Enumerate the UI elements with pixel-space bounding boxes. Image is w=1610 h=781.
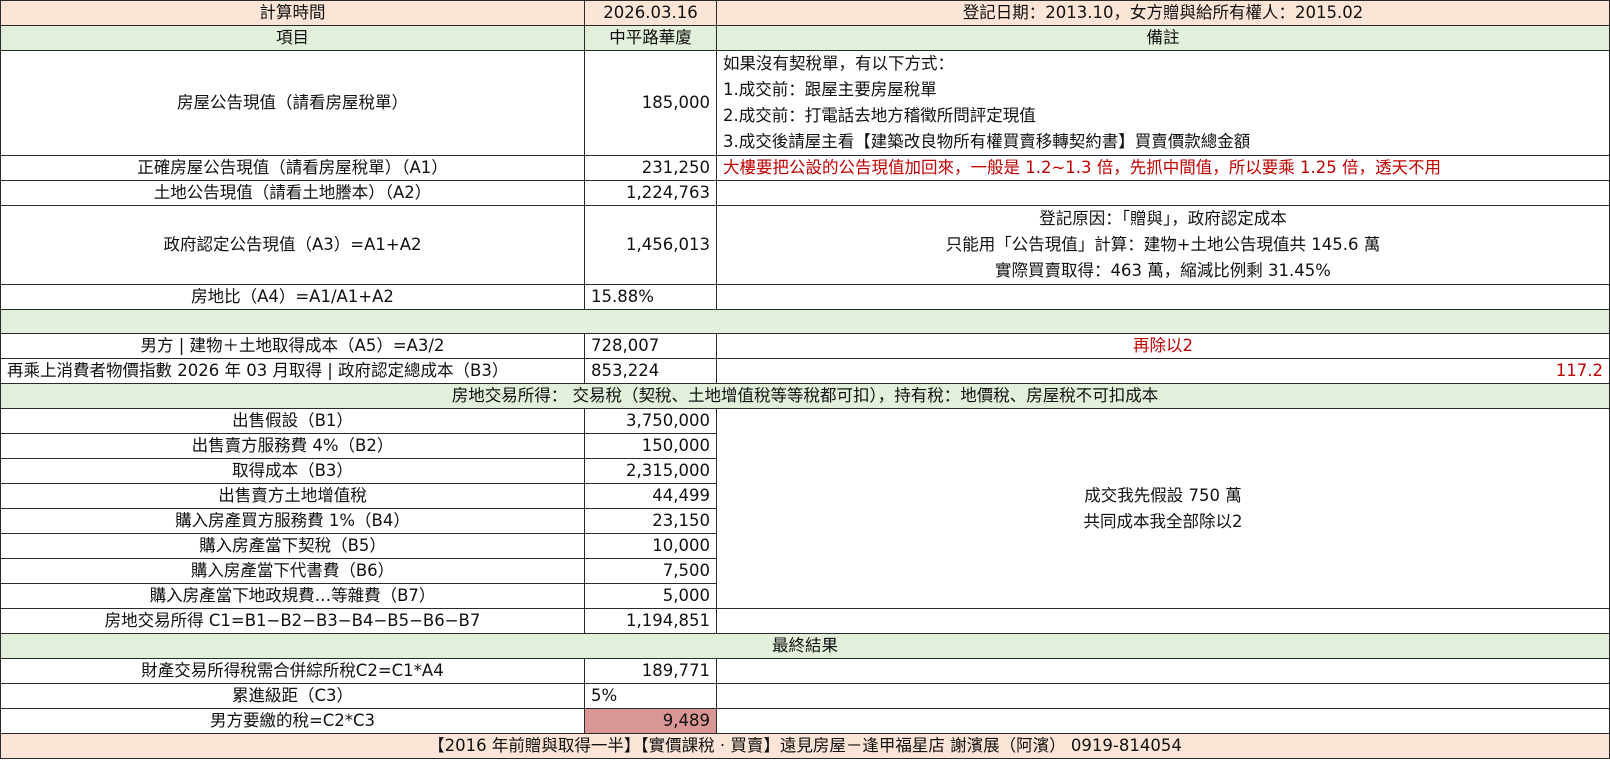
- sale-row: 出售假設（B1） 3,750,000 成交我先假設 750 萬 共同成本我全部除…: [0, 408, 1610, 609]
- land-value-label[interactable]: 土地公告現值（請看土地謄本）（A2）: [0, 180, 585, 206]
- sale-row-value[interactable]: 5,000: [584, 583, 717, 609]
- footer-text[interactable]: 【2016 年前贈與取得一半】【實價課稅 · 買賣】遠見房屋－逢甲福星店 謝濱展…: [0, 733, 1610, 759]
- final-row-value[interactable]: 189,771: [584, 658, 717, 684]
- final-row-note[interactable]: [716, 658, 1610, 684]
- sale-row-label[interactable]: 購入房產當下契稅（B5）: [0, 533, 585, 559]
- ratio-value[interactable]: 15.88%: [584, 284, 717, 310]
- sale-note-line: 共同成本我全部除以2: [1083, 511, 1243, 531]
- row-income: 房地交易所得 C1=B1−B2−B3−B4−B5−B6−B7 1,194,851: [0, 608, 1610, 634]
- final-row: 財產交易所得稅需合併綜所稅C2=C1*A4 189,771: [0, 658, 1610, 684]
- gov-value-note[interactable]: 登記原因：「贈與」，政府認定成本 只能用「公告現值」計算：建物+土地公告現值共 …: [716, 205, 1610, 285]
- gov-value-note-line: 實際買賣取得：463 萬，縮減比例剩 31.45%: [995, 261, 1331, 280]
- land-value-value[interactable]: 1,224,763: [584, 180, 717, 206]
- gov-value-note-line: 登記原因：「贈與」，政府認定成本: [1039, 209, 1287, 228]
- sale-row-value[interactable]: 44,499: [584, 483, 717, 509]
- house-value-note-line: 3.成交後請屋主看【建築改良物所有權買賣移轉契約書】買賣價款總金額: [723, 132, 1251, 151]
- income-note[interactable]: [716, 608, 1610, 634]
- income-label[interactable]: 房地交易所得 C1=B1−B2−B3−B4−B5−B6−B7: [0, 608, 585, 634]
- cpi-index[interactable]: 117.2: [716, 358, 1610, 384]
- house-value-note-line: 1.成交前：跟屋主要房屋稅單: [723, 80, 937, 99]
- col-header-item[interactable]: 項目: [0, 25, 585, 51]
- separator-row: [0, 309, 1610, 334]
- final-row-value[interactable]: 5%: [584, 683, 717, 709]
- correct-house-label[interactable]: 正確房屋公告現值（請看房屋稅單）（A1）: [0, 155, 585, 181]
- male-cost-label[interactable]: 男方 | 建物＋土地取得成本（A5）=A3/2: [0, 333, 585, 359]
- house-value-label[interactable]: 房屋公告現值（請看房屋稅單）: [0, 50, 585, 156]
- house-value-note[interactable]: 如果沒有契稅單，有以下方式： 1.成交前：跟屋主要房屋稅單 2.成交前：打電話去…: [716, 50, 1610, 156]
- row-correct-house-value: 正確房屋公告現值（請看房屋稅單）（A1） 231,250 大樓要把公設的公告現值…: [0, 155, 1610, 181]
- sale-row-label[interactable]: 出售賣方土地增值稅: [0, 483, 585, 509]
- male-cost-value[interactable]: 728,007: [584, 333, 717, 359]
- footer-row: 【2016 年前贈與取得一半】【實價課稅 · 買賣】遠見房屋－逢甲福星店 謝濱展…: [0, 733, 1610, 759]
- sale-row-value[interactable]: 7,500: [584, 558, 717, 584]
- final-row-note[interactable]: [716, 708, 1610, 734]
- male-cost-note[interactable]: 再除以2: [716, 333, 1610, 359]
- gov-value-value[interactable]: 1,456,013: [584, 205, 717, 285]
- column-header-row: 項目 中平路華廈 備註: [0, 25, 1610, 51]
- sale-note-line: 成交我先假設 750 萬: [1084, 485, 1242, 505]
- house-value-note-line: 2.成交前：打電話去地方稽徵所問評定現值: [723, 106, 1036, 125]
- cpi-cost-value[interactable]: 853,224: [584, 358, 717, 384]
- sale-row-label[interactable]: 購入房產買方服務費 1%（B4）: [0, 508, 585, 534]
- ratio-note[interactable]: [716, 284, 1610, 310]
- final-row: 男方要繳的稅=C2*C3 9,489: [0, 708, 1610, 734]
- sale-row-label[interactable]: 出售賣方服務費 4%（B2）: [0, 433, 585, 459]
- tax-calculation-sheet: 計算時間 2026.03.16 登記日期：2013.10，女方贈與給所有權人：2…: [0, 0, 1610, 759]
- row-ratio: 房地比（A4）=A1/A1+A2 15.88%: [0, 284, 1610, 310]
- sale-row-label[interactable]: 購入房產當下代書費（B6）: [0, 558, 585, 584]
- final-title-row: 最終結果: [0, 633, 1610, 659]
- correct-house-value[interactable]: 231,250: [584, 155, 717, 181]
- sale-row-value[interactable]: 150,000: [584, 433, 717, 459]
- cpi-cost-label[interactable]: 再乘上消費者物價指數 2026 年 03 月取得 | 政府認定總成本（B3）: [0, 358, 585, 384]
- col-header-note[interactable]: 備註: [716, 25, 1610, 51]
- calc-time-value[interactable]: 2026.03.16: [584, 0, 717, 26]
- gov-value-label[interactable]: 政府認定公告現值（A3）=A1+A2: [0, 205, 585, 285]
- house-value-note-line: 如果沒有契稅單，有以下方式：: [723, 54, 954, 73]
- correct-house-note[interactable]: 大樓要把公設的公告現值加回來，一般是 1.2~1.3 倍，先抓中間值，所以要乘 …: [716, 155, 1610, 181]
- calc-time-label[interactable]: 計算時間: [0, 0, 585, 26]
- sale-row-label[interactable]: 出售假設（B1）: [0, 408, 585, 434]
- sale-row-value[interactable]: 10,000: [584, 533, 717, 559]
- col-header-property[interactable]: 中平路華廈: [584, 25, 717, 51]
- final-row-label[interactable]: 財產交易所得稅需合併綜所稅C2=C1*A4: [0, 658, 585, 684]
- row-house-value: 房屋公告現值（請看房屋稅單） 185,000 如果沒有契稅單，有以下方式： 1.…: [0, 50, 1610, 156]
- final-row-label[interactable]: 男方要繳的稅=C2*C3: [0, 708, 585, 734]
- final-tax-value[interactable]: 9,489: [584, 708, 717, 734]
- row-male-cost: 男方 | 建物＋土地取得成本（A5）=A3/2 728,007 再除以2: [0, 333, 1610, 359]
- row-land-value: 土地公告現值（請看土地謄本）（A2） 1,224,763: [0, 180, 1610, 206]
- sale-row-label[interactable]: 取得成本（B3）: [0, 458, 585, 484]
- ratio-label[interactable]: 房地比（A4）=A1/A1+A2: [0, 284, 585, 310]
- sale-row-value[interactable]: 23,150: [584, 508, 717, 534]
- sale-row-value[interactable]: 3,750,000: [584, 408, 717, 434]
- separator-cell: [0, 309, 1610, 334]
- row-cpi-cost: 再乘上消費者物價指數 2026 年 03 月取得 | 政府認定總成本（B3） 8…: [0, 358, 1610, 384]
- sale-note[interactable]: 成交我先假設 750 萬 共同成本我全部除以2: [716, 408, 1610, 609]
- final-row-label[interactable]: 累進級距（C3）: [0, 683, 585, 709]
- gov-value-note-line: 只能用「公告現值」計算：建物+土地公告現值共 145.6 萬: [945, 235, 1381, 254]
- final-row-note[interactable]: [716, 683, 1610, 709]
- final-row: 累進級距（C3） 5%: [0, 683, 1610, 709]
- sale-row-value[interactable]: 2,315,000: [584, 458, 717, 484]
- income-value[interactable]: 1,194,851: [584, 608, 717, 634]
- house-value-value[interactable]: 185,000: [584, 50, 717, 156]
- final-title[interactable]: 最終結果: [0, 633, 1610, 659]
- header-row: 計算時間 2026.03.16 登記日期：2013.10，女方贈與給所有權人：2…: [0, 0, 1610, 26]
- section-title[interactable]: 房地交易所得： 交易稅（契稅、土地增值稅等等稅都可扣），持有稅：地價稅、房屋稅不…: [0, 383, 1610, 409]
- sale-row-label[interactable]: 購入房產當下地政規費…等雜費（B7）: [0, 583, 585, 609]
- row-gov-value: 政府認定公告現值（A3）=A1+A2 1,456,013 登記原因：「贈與」，政…: [0, 205, 1610, 285]
- registration-info[interactable]: 登記日期：2013.10，女方贈與給所有權人：2015.02: [716, 0, 1610, 26]
- land-value-note[interactable]: [716, 180, 1610, 206]
- section-title-row: 房地交易所得： 交易稅（契稅、土地增值稅等等稅都可扣），持有稅：地價稅、房屋稅不…: [0, 383, 1610, 409]
